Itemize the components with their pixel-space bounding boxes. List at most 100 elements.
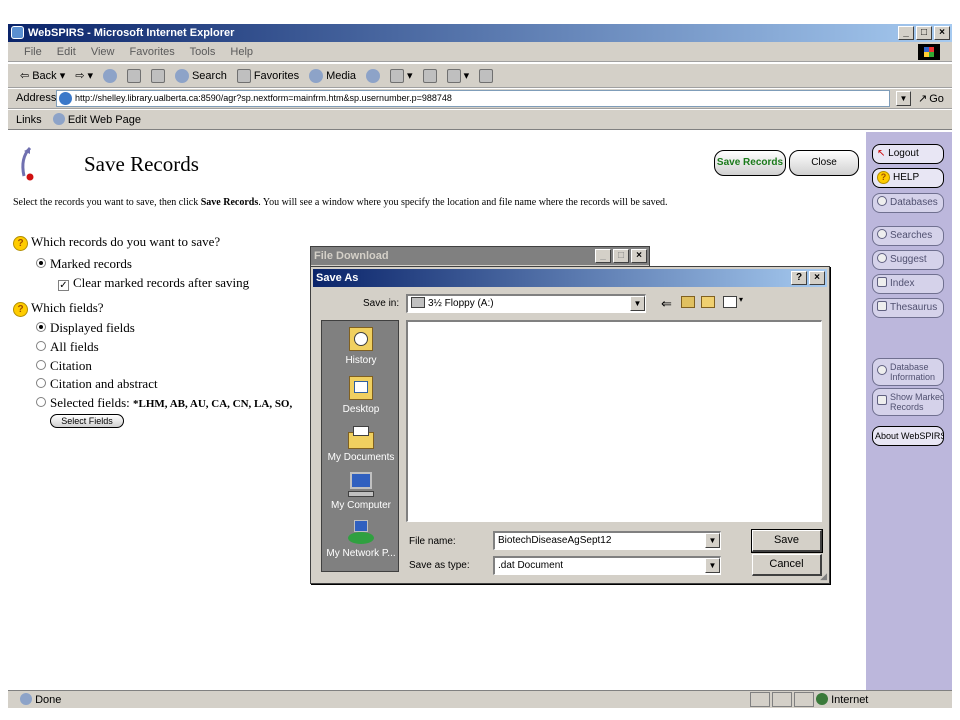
word-icon <box>446 68 461 83</box>
menu-view[interactable]: View <box>91 46 115 58</box>
chevron-down-icon[interactable]: ▾ <box>739 295 743 304</box>
menu-edit[interactable]: Edit <box>57 46 76 58</box>
stop-button[interactable] <box>102 68 117 83</box>
instructions-text-end: . You will see a window where you specif… <box>258 197 668 208</box>
about-webspirs-button[interactable]: About WebSPIRS <box>872 426 944 446</box>
status-pane <box>794 692 814 707</box>
resize-grip-icon[interactable]: ◢ <box>820 571 827 582</box>
thesaurus-icon <box>877 301 887 311</box>
back-button[interactable]: ⇦ Back ▾ <box>20 69 65 83</box>
back-swoosh-icon[interactable] <box>16 144 42 184</box>
file-name-value: BiotechDiseaseAgSept12 <box>498 535 612 546</box>
place-my-documents[interactable]: My Documents <box>322 424 400 463</box>
all-fields-option[interactable]: All fields <box>36 339 99 355</box>
clear-marked-checkbox[interactable]: ✓ <box>58 280 69 291</box>
chevron-down-icon[interactable]: ▼ <box>705 533 720 548</box>
save-in-select[interactable]: 3½ Floppy (A:) ▼ <box>406 294 646 313</box>
mail-button[interactable]: ▾ <box>390 68 413 83</box>
forward-button[interactable]: ⇨ ▾ <box>75 69 93 82</box>
marked-records-radio[interactable] <box>36 258 46 268</box>
help-label: HELP <box>893 172 920 183</box>
save-as-close-button[interactable]: × <box>809 271 825 285</box>
home-button[interactable] <box>150 68 165 83</box>
instructions-bold: Save Records <box>200 197 259 208</box>
place-desktop[interactable]: Desktop <box>322 376 400 415</box>
menu-favorites[interactable]: Favorites <box>130 46 175 58</box>
file-download-titlebar: File Download _ □ × <box>311 247 649 265</box>
selected-fields-radio[interactable] <box>36 397 46 407</box>
maximize-button[interactable]: □ <box>916 26 932 40</box>
menu-tools[interactable]: Tools <box>190 46 216 58</box>
searches-button[interactable]: Searches <box>872 226 944 246</box>
favorites-button[interactable]: Favorites <box>236 68 300 83</box>
discuss-button[interactable] <box>479 68 494 83</box>
sidebar: ↖ Logout ? HELP Databases Searches Sugges… <box>866 132 952 690</box>
file-name-input[interactable]: BiotechDiseaseAgSept12 ▼ <box>493 531 721 550</box>
search-icon <box>174 68 189 83</box>
minimize-button[interactable]: _ <box>898 26 914 40</box>
thesaurus-button[interactable]: Thesaurus <box>872 298 944 318</box>
edit-web-page-link[interactable]: Edit Web Page <box>52 113 141 126</box>
place-my-network[interactable]: My Network P... <box>322 520 400 559</box>
all-fields-radio[interactable] <box>36 341 46 351</box>
history-button[interactable] <box>366 68 381 83</box>
view-menu-icon[interactable] <box>723 296 737 308</box>
refresh-button[interactable] <box>126 68 141 83</box>
save-records-button[interactable]: Save Records <box>714 150 786 176</box>
history-icon <box>366 68 381 83</box>
chevron-down-icon[interactable]: ▼ <box>705 558 720 573</box>
media-button[interactable]: Media <box>309 68 356 83</box>
desktop-icon <box>346 376 376 402</box>
index-button[interactable]: Index <box>872 274 944 294</box>
selected-fields-option[interactable]: Selected fields: *LHM, AB, AU, CA, CN, L… <box>36 395 292 411</box>
database-information-button[interactable]: Database Information <box>872 358 944 386</box>
address-input[interactable]: http://shelley.library.ualberta.ca:8590/… <box>56 90 890 107</box>
citation-abstract-radio[interactable] <box>36 378 46 388</box>
suggest-button[interactable]: Suggest <box>872 250 944 270</box>
save-as-type-label: Save as type: <box>409 560 470 571</box>
clear-marked-option[interactable]: ✓ Clear marked records after saving <box>58 275 249 291</box>
mail-icon <box>390 68 405 83</box>
edit-button[interactable]: ▾ <box>446 68 469 83</box>
file-download-minimize-button[interactable]: _ <box>595 249 611 263</box>
chevron-down-icon[interactable]: ▼ <box>630 296 645 311</box>
save-button[interactable]: Save <box>751 529 823 553</box>
stop-icon <box>102 68 117 83</box>
searches-label: Searches <box>890 230 933 241</box>
close-button[interactable]: Close <box>789 150 859 176</box>
back-arrow-icon[interactable]: ⇐ <box>661 296 672 312</box>
menu-help[interactable]: Help <box>230 46 253 58</box>
place-history[interactable]: History <box>322 327 400 366</box>
close-window-button[interactable]: × <box>934 26 950 40</box>
citation-radio[interactable] <box>36 360 46 370</box>
show-marked-records-button[interactable]: Show Marked Records <box>872 388 944 416</box>
place-my-computer-label: My Computer <box>330 500 391 511</box>
marked-records-option[interactable]: Marked records <box>36 256 132 272</box>
citation-abstract-option[interactable]: Citation and abstract <box>36 376 158 392</box>
logout-button[interactable]: ↖ Logout <box>872 144 944 164</box>
file-list[interactable] <box>406 320 822 522</box>
save-as-type-select[interactable]: .dat Document ▼ <box>493 556 721 575</box>
print-button[interactable] <box>422 68 437 83</box>
favorites-label: Favorites <box>253 69 300 82</box>
cancel-button[interactable]: Cancel <box>752 554 822 576</box>
databases-button[interactable]: Databases <box>872 193 944 213</box>
up-one-level-icon[interactable] <box>681 296 695 308</box>
citation-option[interactable]: Citation <box>36 358 92 374</box>
file-download-maximize-button[interactable]: □ <box>613 249 629 263</box>
save-as-titlebar: Save As ? × <box>313 269 827 287</box>
search-button[interactable]: Search <box>174 68 227 83</box>
new-folder-icon[interactable] <box>701 296 715 308</box>
place-my-computer[interactable]: My Computer <box>322 472 400 511</box>
help-button[interactable]: ? HELP <box>872 168 944 188</box>
suggest-label: Suggest <box>890 254 927 265</box>
go-button[interactable]: ↗ Go <box>918 92 944 106</box>
save-as-help-button[interactable]: ? <box>791 271 807 285</box>
address-dropdown-button[interactable]: ▼ <box>896 91 911 106</box>
file-download-close-button[interactable]: × <box>631 249 647 263</box>
menu-file[interactable]: File <box>24 46 42 58</box>
displayed-fields-option[interactable]: Displayed fields <box>36 320 135 336</box>
select-fields-button[interactable]: Select Fields <box>50 414 124 428</box>
displayed-fields-radio[interactable] <box>36 322 46 332</box>
page-title: Save Records <box>84 152 199 176</box>
